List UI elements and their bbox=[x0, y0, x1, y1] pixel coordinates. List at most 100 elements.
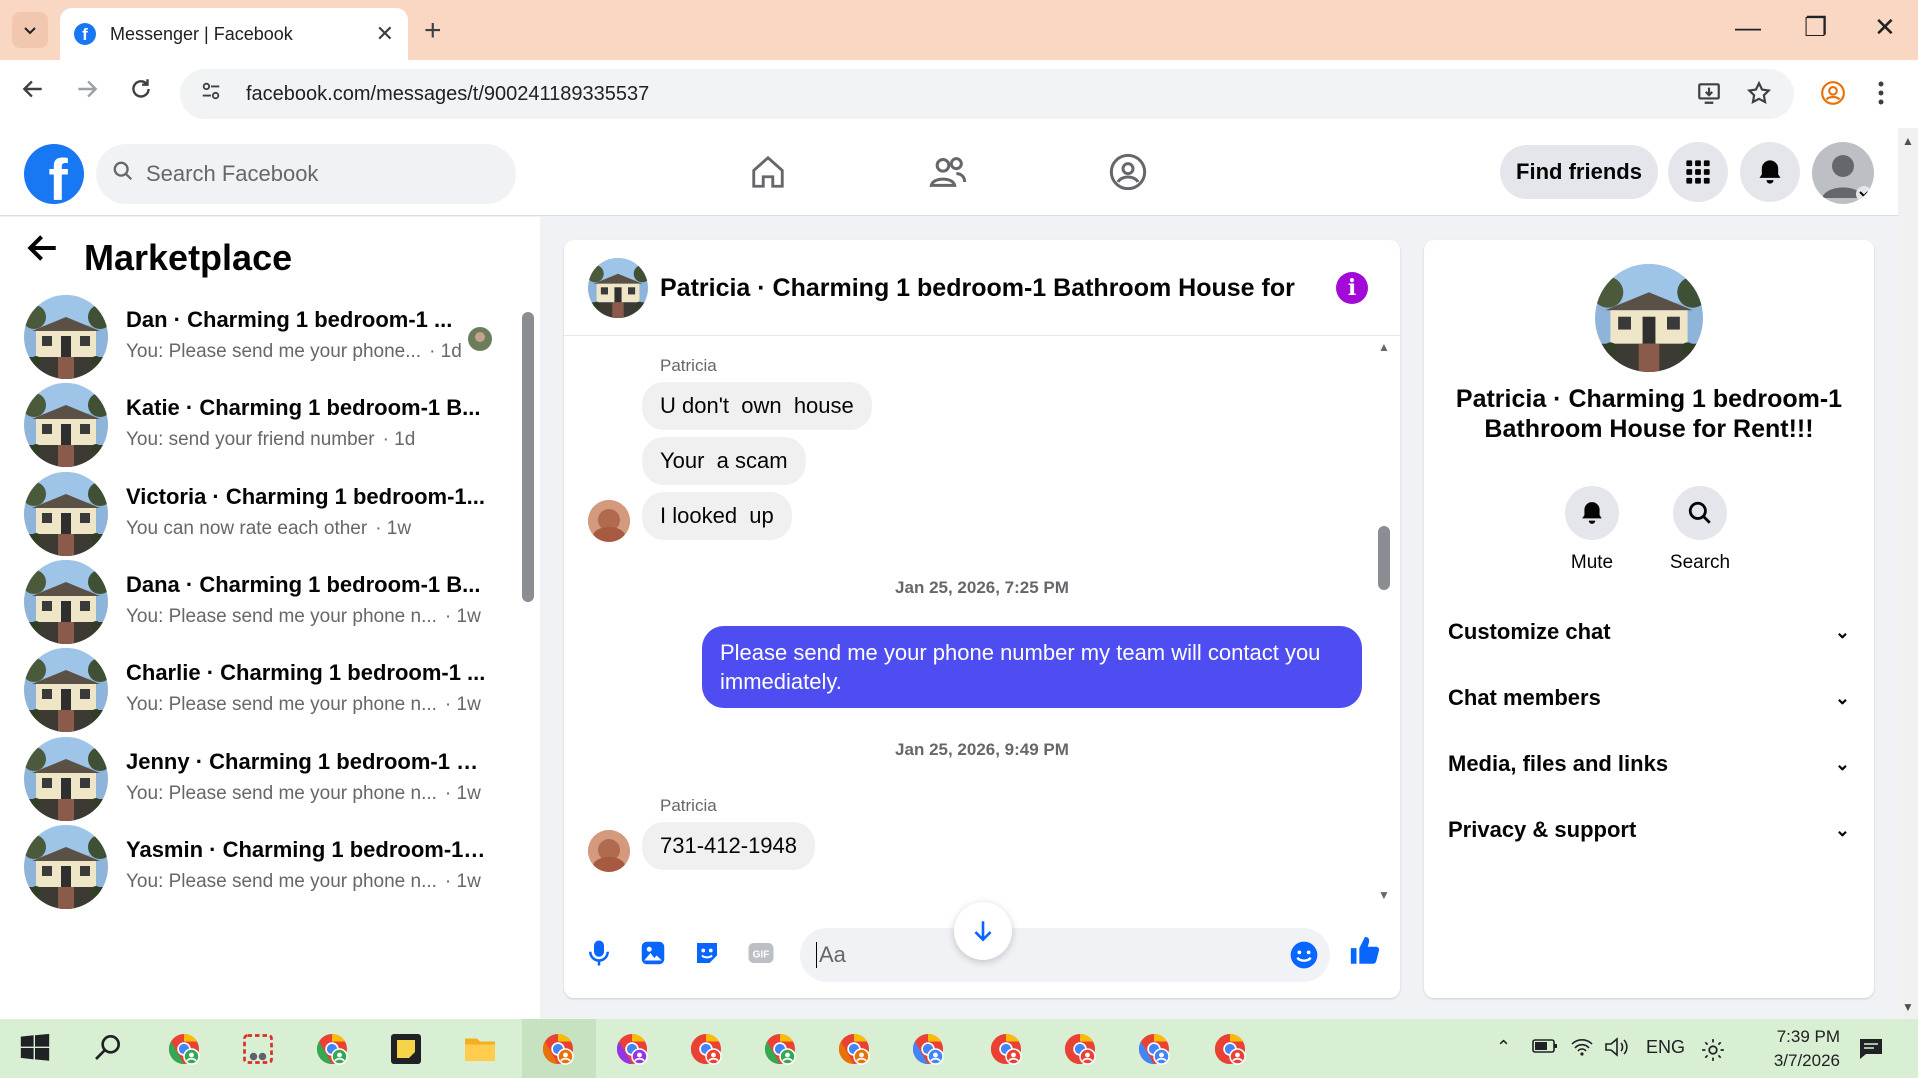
customize-chat-section[interactable]: Customize chat ⌄ bbox=[1448, 612, 1850, 652]
language-indicator[interactable]: ENG bbox=[1646, 1037, 1685, 1058]
wifi-icon[interactable] bbox=[1570, 1037, 1594, 1062]
input-placeholder: Aa bbox=[816, 942, 846, 968]
back-arrow-icon[interactable] bbox=[26, 231, 60, 274]
chrome-profile-icon[interactable] bbox=[540, 1031, 576, 1067]
install-app-icon[interactable] bbox=[1696, 80, 1722, 113]
snipping-tool-icon[interactable] bbox=[240, 1031, 276, 1067]
close-tab-icon[interactable]: ✕ bbox=[376, 21, 394, 47]
notification-center-icon[interactable] bbox=[1858, 1037, 1884, 1066]
friends-icon[interactable] bbox=[926, 150, 970, 194]
windows-start-icon[interactable] bbox=[18, 1031, 54, 1067]
mute-button[interactable]: Mute bbox=[1542, 486, 1642, 574]
system-clock[interactable]: 7:39 PM 3/7/2026 bbox=[1740, 1025, 1840, 1073]
section-label: Privacy & support bbox=[1448, 817, 1637, 842]
sticky-notes-icon[interactable] bbox=[388, 1031, 424, 1067]
facebook-logo[interactable]: f bbox=[24, 144, 84, 204]
home-icon[interactable] bbox=[746, 150, 790, 194]
bookmark-star-icon[interactable] bbox=[1746, 80, 1772, 113]
chrome-profile-icon[interactable] bbox=[910, 1031, 946, 1067]
outgoing-message[interactable]: Please send me your phone number my team… bbox=[702, 626, 1362, 708]
conversation-item[interactable]: Katie · Charming 1 bedroom-1 B... You: s… bbox=[24, 375, 504, 475]
photo-icon[interactable] bbox=[638, 938, 668, 968]
conversation-item[interactable]: Charlie · Charming 1 bedroom-1 ... You: … bbox=[24, 640, 504, 740]
scroll-up-arrow-icon[interactable]: ▲ bbox=[1902, 134, 1914, 148]
search-in-chat-button[interactable]: Search bbox=[1650, 486, 1750, 574]
chat-scrollbar[interactable] bbox=[1378, 526, 1390, 590]
page-scrollbar[interactable]: ▲ ▼ bbox=[1898, 128, 1918, 1019]
conversation-item[interactable]: Dana · Charming 1 bedroom-1 B... You: Pl… bbox=[24, 552, 504, 652]
site-settings-icon[interactable] bbox=[200, 80, 226, 108]
conversation-item[interactable]: Victoria · Charming 1 bedroom-1... You c… bbox=[24, 464, 504, 564]
reload-button[interactable] bbox=[128, 76, 154, 109]
battery-icon[interactable] bbox=[1532, 1037, 1558, 1060]
file-explorer-icon[interactable] bbox=[462, 1031, 498, 1067]
jump-to-latest-button[interactable] bbox=[954, 902, 1012, 960]
minimize-button[interactable]: — bbox=[1735, 12, 1761, 43]
message-input[interactable]: Aa bbox=[800, 928, 1330, 982]
scroll-up-arrow-icon[interactable]: ▲ bbox=[1378, 340, 1390, 354]
sticker-icon[interactable] bbox=[692, 938, 722, 968]
profile-icon[interactable] bbox=[1820, 80, 1846, 113]
gif-icon[interactable]: GIF bbox=[746, 938, 776, 968]
chrome-profile-icon[interactable] bbox=[988, 1031, 1024, 1067]
facebook-search-box[interactable]: Search Facebook bbox=[96, 144, 516, 204]
chrome-profile-icon[interactable] bbox=[1212, 1031, 1248, 1067]
windows-taskbar: ⌃ ENG 7:39 PM 3/7/2026 bbox=[0, 1019, 1918, 1078]
chrome-profile-icon[interactable] bbox=[1136, 1031, 1172, 1067]
conversation-item[interactable]: Yasmin · Charming 1 bedroom-1 ... You: P… bbox=[24, 817, 504, 917]
menu-grid-button[interactable] bbox=[1668, 142, 1728, 202]
mute-label: Mute bbox=[1570, 552, 1614, 573]
incoming-message[interactable]: U don't own house bbox=[642, 382, 872, 430]
chrome-profile-icon[interactable] bbox=[166, 1031, 202, 1067]
incoming-message[interactable]: Your a scam bbox=[642, 437, 806, 485]
groups-icon[interactable] bbox=[1106, 150, 1150, 194]
conversation-item[interactable]: Dan · Charming 1 bedroom-1 ... You: Plea… bbox=[24, 287, 504, 387]
media-files-links-section[interactable]: Media, files and links ⌄ bbox=[1448, 744, 1850, 784]
new-tab-button[interactable]: + bbox=[424, 14, 442, 48]
close-window-button[interactable]: ✕ bbox=[1874, 12, 1896, 43]
emoji-icon[interactable] bbox=[1288, 939, 1320, 977]
chevron-down-icon: ⌄ bbox=[1834, 687, 1850, 708]
notifications-button[interactable] bbox=[1740, 142, 1800, 202]
account-avatar[interactable] bbox=[1812, 142, 1874, 204]
chat-avatar[interactable] bbox=[588, 258, 648, 318]
browser-menu-icon[interactable] bbox=[1876, 80, 1886, 113]
chrome-profile-icon[interactable] bbox=[1062, 1031, 1098, 1067]
restore-button[interactable]: ❐ bbox=[1804, 12, 1827, 43]
url-text: facebook.com/messages/t/900241189335537 bbox=[246, 82, 650, 105]
message-timestamp: Jan 25, 2026, 9:49 PM bbox=[895, 740, 1069, 759]
incoming-message[interactable]: 731-412-1948 bbox=[642, 822, 816, 870]
privacy-support-section[interactable]: Privacy & support ⌄ bbox=[1448, 810, 1850, 850]
details-avatar[interactable] bbox=[1595, 264, 1703, 372]
microphone-icon[interactable] bbox=[584, 938, 614, 968]
info-icon[interactable]: i bbox=[1336, 272, 1368, 304]
scroll-down-arrow-icon[interactable]: ▼ bbox=[1378, 888, 1390, 902]
scroll-down-arrow-icon[interactable]: ▼ bbox=[1902, 1000, 1914, 1014]
tab-search-dropdown-button[interactable] bbox=[12, 12, 48, 48]
sender-avatar[interactable] bbox=[588, 830, 630, 872]
chat-title[interactable]: Patricia · Charming 1 bedroom-1 Bathroom… bbox=[660, 274, 1300, 303]
find-friends-button[interactable]: Find friends bbox=[1500, 145, 1658, 199]
back-button[interactable] bbox=[20, 76, 46, 109]
chrome-profile-icon[interactable] bbox=[836, 1031, 872, 1067]
search-icon[interactable] bbox=[92, 1031, 128, 1067]
sender-avatar[interactable] bbox=[588, 500, 630, 542]
incoming-message[interactable]: I looked up bbox=[642, 492, 792, 540]
preview-text: You: Please send me your phone... bbox=[126, 341, 422, 362]
show-hidden-icons-icon[interactable]: ⌃ bbox=[1496, 1037, 1511, 1058]
chat-members-section[interactable]: Chat members ⌄ bbox=[1448, 678, 1850, 718]
conversation-item[interactable]: Jenny · Charming 1 bedroom-1 B... You: P… bbox=[24, 729, 504, 829]
chrome-profile-icon[interactable] bbox=[614, 1031, 650, 1067]
forward-button[interactable] bbox=[74, 76, 100, 109]
address-bar[interactable]: facebook.com/messages/t/900241189335537 bbox=[180, 69, 1794, 119]
settings-gear-icon[interactable] bbox=[1700, 1037, 1726, 1068]
left-panel-scrollbar[interactable] bbox=[522, 312, 534, 602]
thumbs-up-icon[interactable] bbox=[1348, 934, 1380, 964]
grid-icon bbox=[1686, 160, 1710, 184]
chrome-profile-icon[interactable] bbox=[688, 1031, 724, 1067]
chrome-profile-icon[interactable] bbox=[762, 1031, 798, 1067]
volume-icon[interactable] bbox=[1604, 1037, 1630, 1062]
browser-tab[interactable]: f Messenger | Facebook ✕ bbox=[60, 8, 408, 60]
arrow-right-icon bbox=[78, 80, 98, 98]
chrome-icon[interactable] bbox=[314, 1031, 350, 1067]
